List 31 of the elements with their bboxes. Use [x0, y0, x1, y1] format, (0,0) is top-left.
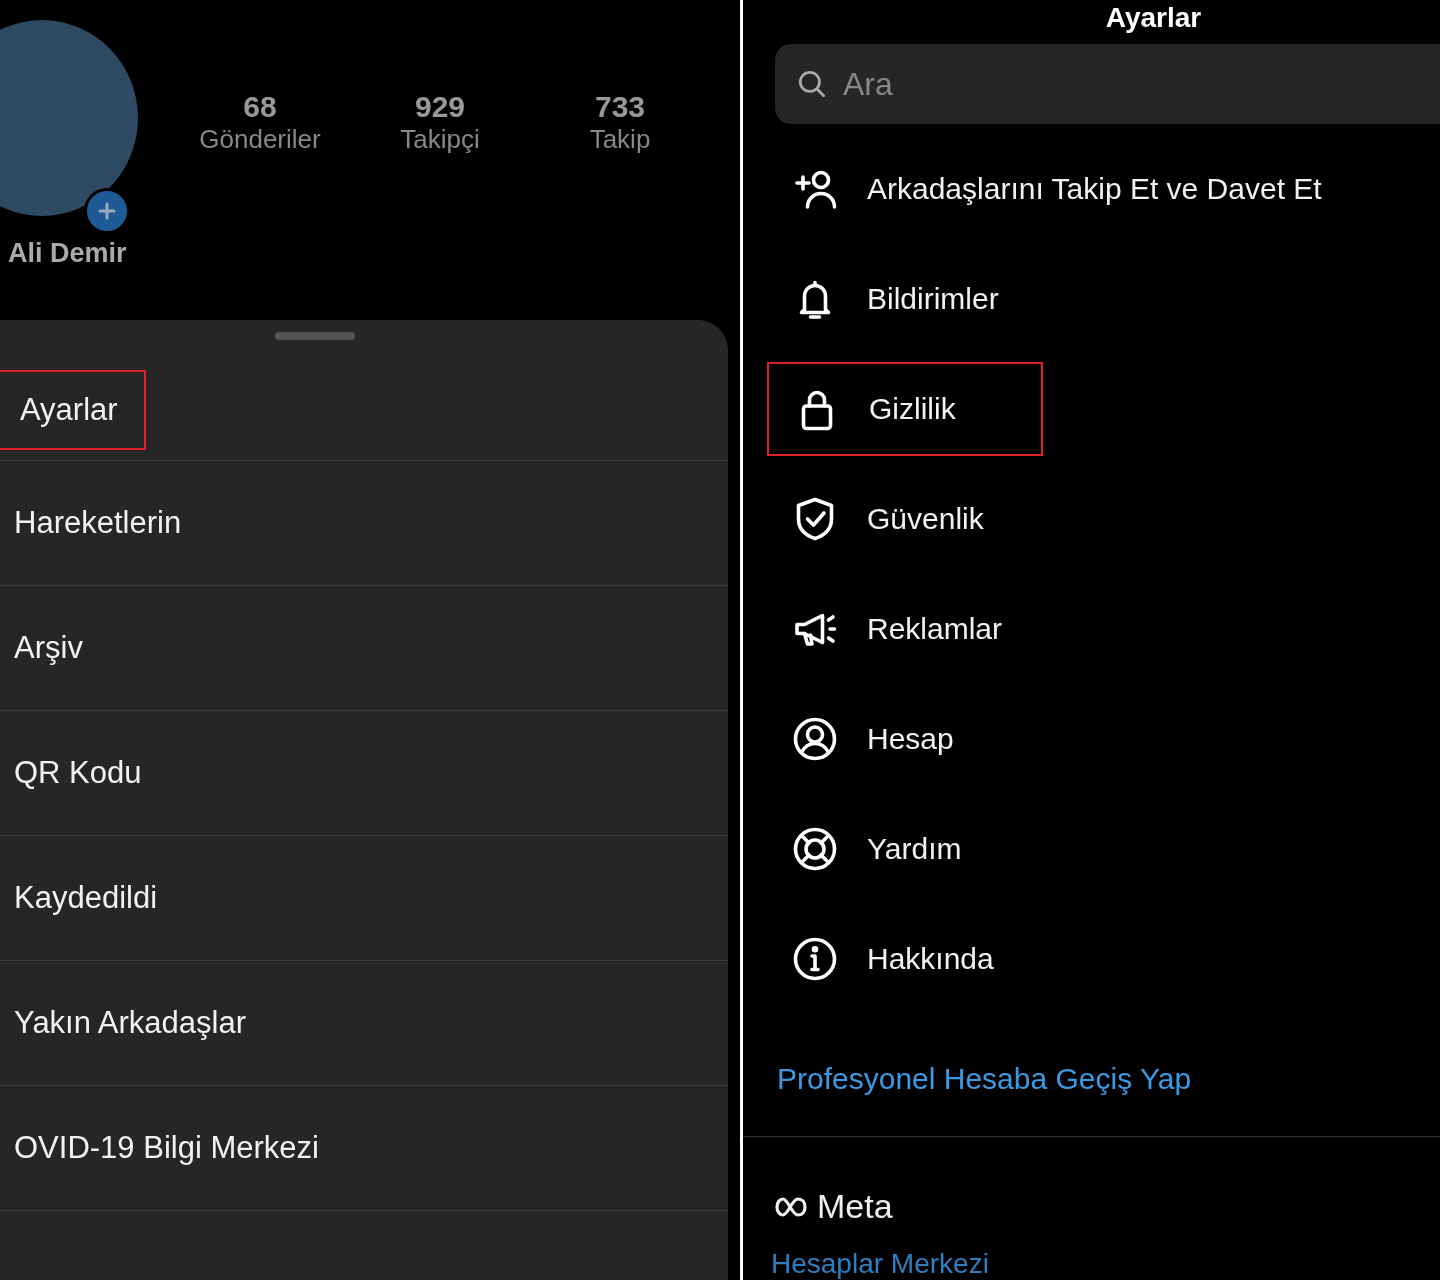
menu-item[interactable]: Ayarlar [0, 370, 146, 450]
info-icon [791, 935, 839, 983]
search-field[interactable]: Ara [775, 44, 1440, 124]
settings-item[interactable]: Gizlilik [767, 362, 1043, 456]
settings-item[interactable]: Hesap [767, 692, 978, 786]
settings-item[interactable]: Hakkında [767, 912, 1018, 1006]
settings-item[interactable]: Güvenlik [767, 472, 1008, 566]
menu-item[interactable]: OVID-19 Bilgi Merkezi [0, 1110, 345, 1186]
drag-handle[interactable] [275, 332, 355, 340]
page-title: Ayarlar [1104, 2, 1203, 35]
accounts-center-link[interactable]: Hesaplar Merkezi [771, 1248, 1440, 1280]
stat-count: 733 [594, 90, 646, 124]
settings-item[interactable]: Yardım [767, 802, 986, 896]
menu-item[interactable]: Yakın Arkadaşlar [0, 985, 273, 1061]
stat-count: 68 [243, 90, 277, 124]
settings-item[interactable]: Reklamlar [767, 582, 1027, 676]
stat-label: Takipçi [400, 124, 480, 155]
stat-label: Takip [589, 124, 651, 155]
meta-logo: Meta [773, 1187, 893, 1226]
help-icon [791, 825, 839, 873]
menu-item[interactable]: QR Kodu [0, 735, 168, 811]
menu-item[interactable]: Hareketlerin [0, 485, 208, 561]
stat-label: Gönderiler [199, 124, 321, 155]
menu-item[interactable]: Arşiv [0, 610, 109, 686]
account-icon [791, 715, 839, 763]
professional-account-link[interactable]: Profesyonel Hesaba Geçiş Yap [777, 1062, 1440, 1096]
profile-name: Ali Demir [8, 238, 127, 269]
menu-item[interactable]: Kaydedildi [0, 860, 184, 936]
settings-item[interactable]: Bildirimler [767, 252, 1023, 346]
settings-item[interactable]: Arkadaşlarını Takip Et ve Davet Et [767, 142, 1346, 236]
stat-count: 929 [414, 90, 466, 124]
